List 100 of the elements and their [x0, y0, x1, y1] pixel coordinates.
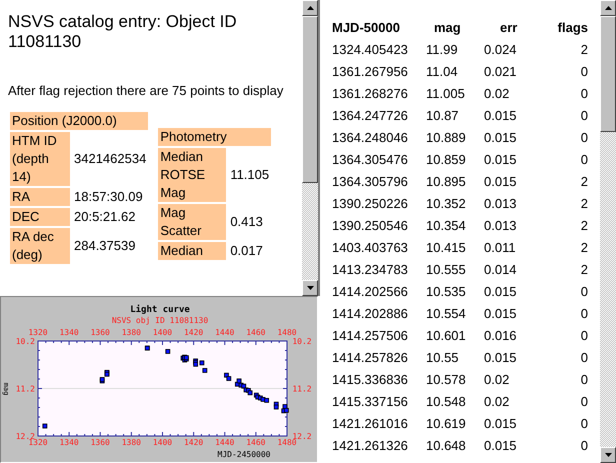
- tick-label: 1420: [184, 438, 204, 447]
- table-cell-text: 1413.234783: [332, 262, 409, 276]
- tick-label: 1320: [28, 328, 48, 337]
- table-cell-text: 2: [580, 262, 588, 276]
- table-cell-text: 0: [580, 306, 588, 320]
- table-cell-text: 0.02: [484, 86, 510, 100]
- table-cell-text: 0: [580, 284, 588, 298]
- field-label: Mag Scatter: [158, 204, 226, 240]
- table-cell-text: 0: [580, 130, 588, 144]
- table-cell-text: 2: [580, 174, 588, 188]
- table-cell-text: 1421.261326: [332, 438, 409, 452]
- page-title: NSVS catalog entry: Object ID 11081130: [8, 12, 238, 52]
- field-value: 11.105: [229, 166, 270, 184]
- tick-label: 1480: [277, 328, 297, 337]
- table-cell-text: 10.648: [426, 438, 467, 452]
- table-cell-text: 1414.202886: [332, 306, 409, 320]
- table-cell-text: 0: [580, 350, 588, 364]
- table-cell-text: 0: [580, 152, 588, 166]
- tick-label: 1460: [246, 438, 266, 447]
- info-text: After flag rejection there are 75 points to display: [8, 82, 284, 100]
- table-cell-text: 2: [580, 42, 588, 56]
- tick-label: 1420: [184, 328, 204, 337]
- table-cell-text: 10.554: [426, 306, 467, 320]
- tick-label: 1440: [215, 438, 234, 447]
- table-cell-text: 0.02: [484, 394, 510, 408]
- tick-label: 1340: [60, 328, 79, 337]
- table-cell-text: 0.015: [484, 130, 518, 144]
- table-cell-text: 10.535: [426, 284, 467, 298]
- table-cell-text: 10.555: [426, 262, 467, 276]
- table-cell-text: 2: [580, 240, 588, 254]
- table-cell-text: 10.889: [426, 130, 467, 144]
- field-label: HTM ID (depth 14): [10, 132, 70, 186]
- table-cell-text: 0: [580, 438, 588, 452]
- table-cell-text: 10.895: [426, 174, 467, 188]
- table-cell-text: 1361.268276: [332, 86, 409, 100]
- tick-label: 1320: [28, 438, 48, 447]
- table-cell-text: 0.015: [484, 152, 518, 166]
- tick-label: 11.2: [292, 384, 312, 394]
- table-cell-text: 0.011: [484, 240, 517, 254]
- field-label: Median ROTSE Mag: [158, 148, 226, 202]
- table-cell-text: 0.015: [484, 108, 518, 122]
- table-cell-text: 2: [580, 196, 588, 210]
- table-cell-text: 0: [580, 64, 588, 78]
- table-cell-text: 0: [580, 108, 588, 122]
- table-heading: Position (J2000.0): [10, 112, 148, 130]
- table-cell-text: 1390.250226: [332, 196, 409, 210]
- table-cell-text: 1364.247726: [332, 108, 409, 122]
- tick-label: 1480: [277, 438, 297, 447]
- table-cell-text: 1414.257506: [332, 328, 409, 342]
- table-cell-text: 11.99: [426, 42, 459, 56]
- column-header: mag: [433, 20, 462, 34]
- tick-label: 1360: [90, 328, 110, 337]
- tick-label: 11.2: [16, 384, 35, 394]
- field-value: 284.37539: [73, 237, 136, 255]
- column-header: flags: [556, 20, 588, 34]
- table-cell-text: 0.013: [484, 218, 518, 232]
- table-cell-text: 1415.337156: [332, 394, 409, 408]
- table-cell-text: 1403.403763: [332, 240, 409, 254]
- table-cell-text: 0: [580, 372, 588, 386]
- field-label: RA dec (deg): [10, 228, 70, 264]
- tick-label: 1380: [122, 438, 141, 447]
- table-cell-text: 0.024: [484, 42, 518, 56]
- table-cell-text: 10.548: [426, 394, 467, 408]
- table-cell-text: 1421.261016: [332, 416, 409, 430]
- table-cell-text: 10.87: [426, 108, 460, 122]
- tick-label: 1340: [60, 438, 79, 447]
- table-cell-text: 1364.305476: [332, 152, 409, 166]
- table-cell-text: 0.015: [484, 284, 518, 298]
- tick-label: 10.2: [16, 337, 35, 346]
- table-cell-text: 0: [580, 328, 588, 342]
- table-cell-text: 11.04: [426, 64, 459, 78]
- axis-label: MJD-2450000: [218, 450, 270, 459]
- tick-label: 1400: [152, 328, 172, 337]
- field-value: 18:57:30.09: [73, 188, 144, 206]
- field-label: DEC: [10, 208, 70, 226]
- table-cell-text: 0.014: [484, 262, 518, 276]
- table-cell-text: 10.601: [426, 328, 467, 342]
- table-heading: Photometry: [158, 128, 272, 146]
- table-cell-text: 1364.248046: [332, 130, 409, 144]
- table-cell-text: 10.578: [426, 372, 467, 386]
- field-value: 0.017: [229, 242, 264, 260]
- column-header: MJD-50000: [332, 20, 401, 34]
- table-cell-text: 0.021: [484, 64, 518, 78]
- table-cell-text: 1414.202566: [332, 284, 409, 298]
- table-cell-text: 0.016: [484, 328, 518, 342]
- table-cell-text: 1364.305796: [332, 174, 409, 188]
- field-label: RA: [10, 188, 70, 206]
- chart-title: Light curve: [130, 305, 190, 315]
- tick-label: 1380: [122, 328, 141, 337]
- table-cell-text: 10.415: [426, 240, 467, 254]
- tick-label: 1460: [246, 328, 266, 337]
- chart-subtitle: NSVS obj ID 11081130: [112, 316, 208, 325]
- table-cell-text: 2: [580, 218, 588, 232]
- table-cell-text: 0: [580, 86, 588, 100]
- table-cell-text: 1390.250546: [332, 218, 409, 232]
- table-cell-text: 10.619: [426, 416, 467, 430]
- table-cell-text: 0.015: [484, 174, 518, 188]
- table-cell-text: 0: [580, 394, 588, 408]
- tick-label: 10.2: [292, 337, 312, 346]
- table-cell-text: 10.55: [426, 350, 460, 364]
